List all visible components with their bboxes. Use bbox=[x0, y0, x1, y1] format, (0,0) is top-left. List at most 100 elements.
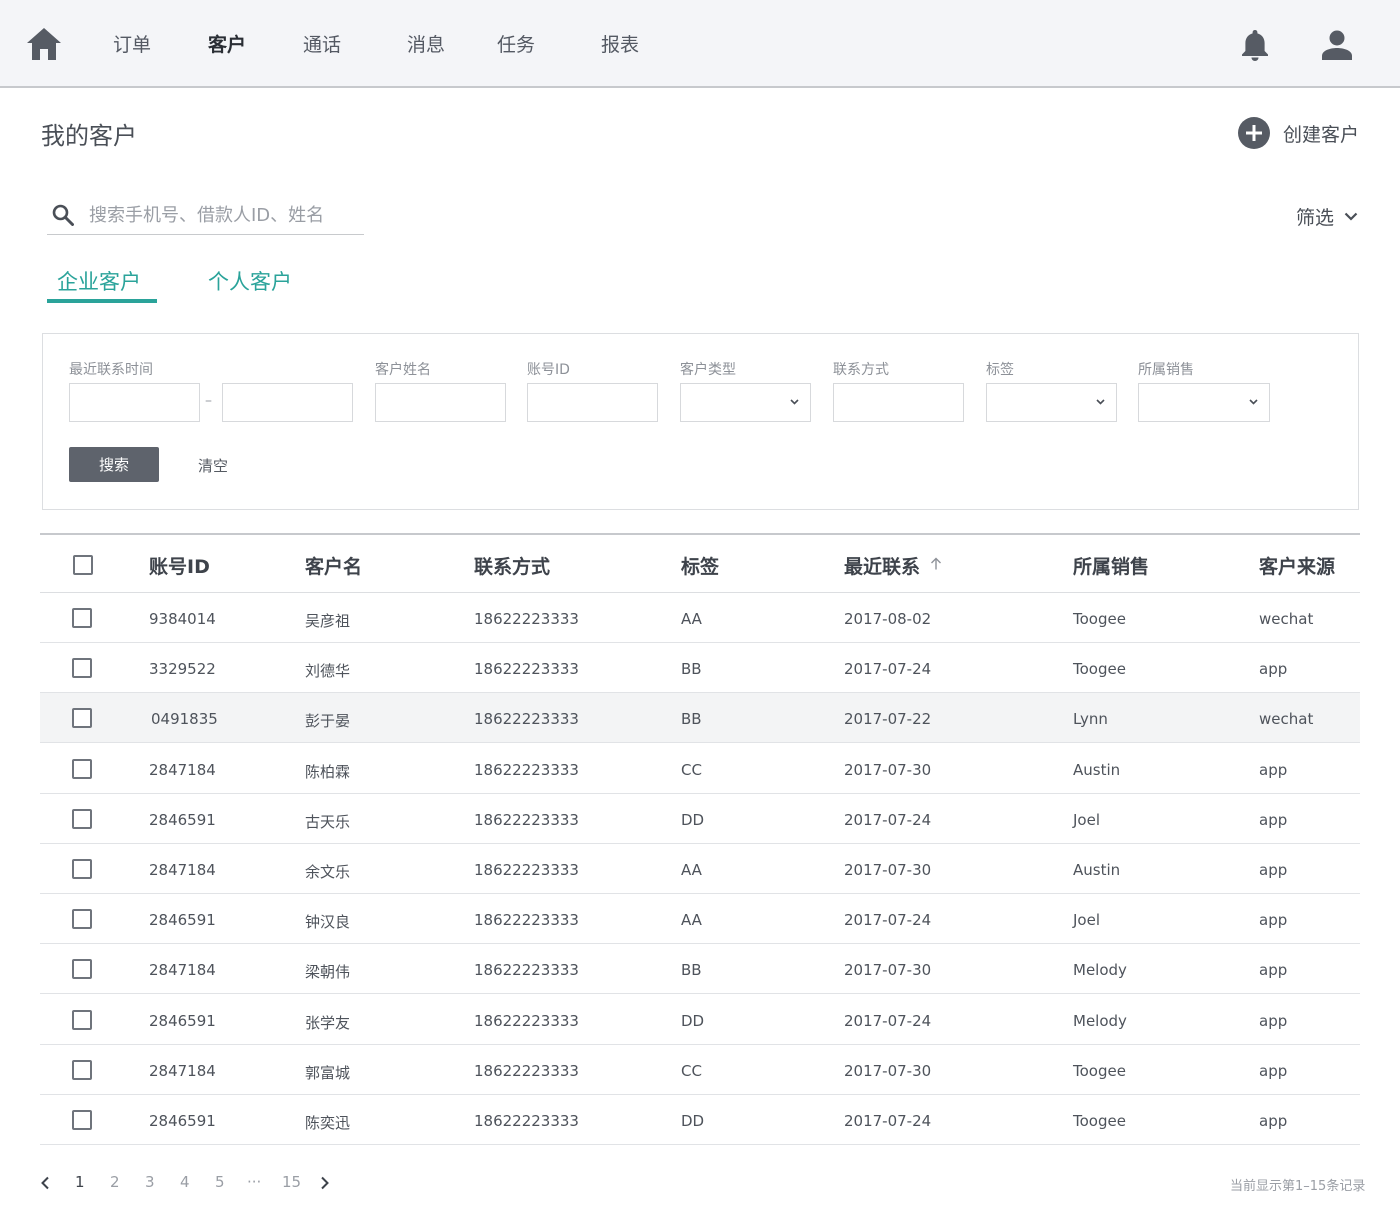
row-checkbox[interactable] bbox=[72, 708, 92, 729]
cell-source: app bbox=[1259, 760, 1288, 779]
nav-item-orders[interactable]: 订单 bbox=[113, 30, 151, 57]
table-row[interactable]: 2847184 梁朝伟 18622223333 BB 2017-07-30 Melody a… bbox=[40, 944, 1360, 995]
table-row[interactable]: 0491835 彭于晏 18622223333 BB 2017-07-22 Lynn wec… bbox=[40, 693, 1360, 744]
search-button[interactable]: 搜索 bbox=[69, 447, 159, 482]
table-row[interactable]: 2846591 钟汉良 18622223333 AA 2017-07-24 Joel app bbox=[40, 894, 1360, 945]
column-header-account-id[interactable]: 账号ID bbox=[149, 552, 210, 579]
clear-button[interactable]: 清空 bbox=[198, 455, 228, 476]
column-header-source[interactable]: 客户来源 bbox=[1259, 552, 1335, 579]
cell-customer-name: 古天乐 bbox=[305, 812, 351, 831]
row-checkbox[interactable] bbox=[72, 909, 92, 930]
nav-item-tasks[interactable]: 任务 bbox=[497, 30, 535, 57]
nav-item-calls[interactable]: 通话 bbox=[303, 30, 341, 57]
cell-recent-contact: 2017-07-24 bbox=[844, 660, 932, 679]
user-icon[interactable] bbox=[1321, 30, 1353, 60]
nav-item-messages[interactable]: 消息 bbox=[407, 30, 445, 57]
tab-individual-customers[interactable]: 个人客户 bbox=[208, 266, 292, 296]
table-row[interactable]: 2846591 古天乐 18622223333 DD 2017-07-24 Joel app bbox=[40, 794, 1360, 844]
row-checkbox[interactable] bbox=[72, 959, 92, 980]
cell-account-id: 0491835 bbox=[151, 710, 218, 729]
cell-contact: 18622223333 bbox=[474, 710, 579, 729]
pagination-page[interactable]: 3 bbox=[145, 1173, 155, 1191]
customer-name-input[interactable] bbox=[375, 383, 506, 422]
sort-ascending-icon[interactable] bbox=[930, 557, 942, 570]
column-header-sales[interactable]: 所属销售 bbox=[1073, 552, 1149, 579]
column-header-recent-contact[interactable]: 最近联系 bbox=[844, 552, 942, 579]
column-header-tag[interactable]: 标签 bbox=[681, 552, 719, 579]
customer-name-label: 客户姓名 bbox=[375, 362, 431, 378]
cell-tag: CC bbox=[681, 1061, 702, 1080]
recent-contact-end-input[interactable] bbox=[222, 383, 353, 422]
table-row[interactable]: 9384014 吴彦祖 18622223333 AA 2017-08-02 Toogee w… bbox=[40, 593, 1360, 643]
contact-input[interactable] bbox=[833, 383, 964, 422]
filter-toggle[interactable]: 筛选 bbox=[1296, 203, 1358, 230]
table-row[interactable]: 3329522 刘德华 18622223333 BB 2017-07-24 Toogee a… bbox=[40, 643, 1360, 694]
cell-tag: BB bbox=[681, 660, 702, 679]
nav-item-customers[interactable]: 客户 bbox=[208, 30, 246, 57]
cell-recent-contact: 2017-07-24 bbox=[844, 911, 932, 930]
cell-account-id: 3329522 bbox=[149, 660, 216, 679]
pagination-page[interactable]: 15 bbox=[282, 1173, 301, 1191]
cell-source: app bbox=[1259, 660, 1288, 679]
table-row[interactable]: 2846591 张学友 18622223333 DD 2017-07-24 Melody a… bbox=[40, 995, 1360, 1045]
row-checkbox[interactable] bbox=[72, 758, 92, 779]
cell-contact: 18622223333 bbox=[474, 660, 579, 679]
cell-source: wechat bbox=[1259, 610, 1314, 628]
cell-contact: 18622223333 bbox=[474, 1011, 579, 1030]
cell-tag: BB bbox=[681, 710, 702, 729]
cell-contact: 18622223333 bbox=[474, 760, 579, 779]
cell-account-id: 2847184 bbox=[149, 1061, 216, 1080]
cell-sales: Toogee bbox=[1073, 660, 1126, 679]
row-checkbox[interactable] bbox=[72, 658, 92, 679]
table-row[interactable]: 2847184 陈柏霖 18622223333 CC 2017-07-30 Austin a… bbox=[40, 744, 1360, 794]
pagination-page[interactable]: 4 bbox=[180, 1173, 190, 1191]
column-header-customer-name[interactable]: 客户名 bbox=[305, 552, 362, 579]
pagination-page[interactable]: 1 bbox=[75, 1173, 85, 1191]
cell-customer-name: 刘德华 bbox=[305, 662, 351, 681]
sales-select[interactable] bbox=[1138, 383, 1270, 422]
tab-enterprise-customers[interactable]: 企业客户 bbox=[57, 266, 141, 296]
row-checkbox[interactable] bbox=[72, 608, 92, 628]
next-page-icon[interactable] bbox=[320, 1176, 330, 1190]
cell-recent-contact: 2017-08-02 bbox=[844, 610, 932, 628]
cell-customer-name: 彭于晏 bbox=[305, 712, 351, 731]
row-checkbox[interactable] bbox=[72, 808, 92, 829]
search-icon bbox=[52, 204, 74, 226]
pagination-page[interactable]: 2 bbox=[110, 1173, 120, 1191]
account-id-input[interactable] bbox=[527, 383, 658, 422]
row-checkbox[interactable] bbox=[72, 1059, 92, 1080]
cell-customer-name: 张学友 bbox=[305, 1013, 351, 1032]
row-checkbox[interactable] bbox=[72, 1009, 92, 1030]
pagination-page[interactable]: 5 bbox=[215, 1173, 225, 1191]
tag-select[interactable] bbox=[986, 383, 1117, 422]
cell-tag: AA bbox=[681, 861, 702, 879]
select-all-checkbox[interactable] bbox=[73, 555, 93, 575]
cell-customer-name: 梁朝伟 bbox=[305, 963, 351, 982]
cell-sales: Melody bbox=[1073, 1011, 1127, 1030]
cell-contact: 18622223333 bbox=[474, 610, 579, 628]
filter-toggle-label: 筛选 bbox=[1296, 207, 1335, 229]
pagination: 1 2 3 4 5 ··· 15 bbox=[40, 1172, 360, 1194]
column-header-contact[interactable]: 联系方式 bbox=[474, 552, 550, 579]
recent-contact-start-input[interactable] bbox=[69, 383, 200, 422]
cell-recent-contact: 2017-07-30 bbox=[844, 861, 932, 879]
table-row[interactable]: 2847184 余文乐 18622223333 AA 2017-07-30 Austin a… bbox=[40, 844, 1360, 894]
prev-page-icon[interactable] bbox=[40, 1176, 50, 1190]
cell-tag: CC bbox=[681, 760, 702, 779]
cell-recent-contact: 2017-07-30 bbox=[844, 760, 932, 779]
table-row[interactable]: 2847184 郭富城 18622223333 CC 2017-07-30 Toogee a… bbox=[40, 1045, 1360, 1095]
home-icon[interactable] bbox=[26, 27, 62, 61]
caret-down-icon bbox=[1096, 399, 1105, 405]
sales-label: 所属销售 bbox=[1138, 362, 1194, 378]
contact-label: 联系方式 bbox=[833, 362, 889, 378]
row-checkbox[interactable] bbox=[72, 1110, 92, 1130]
cell-tag: DD bbox=[681, 1112, 705, 1130]
customer-type-select[interactable] bbox=[680, 383, 811, 422]
table-row[interactable]: 2846591 陈奕迅 18622223333 DD 2017-07-24 Toogee a… bbox=[40, 1095, 1360, 1145]
create-customer-button[interactable]: 创建客户 bbox=[1238, 117, 1359, 149]
row-checkbox[interactable] bbox=[72, 859, 92, 879]
nav-item-reports[interactable]: 报表 bbox=[601, 30, 639, 57]
bell-icon[interactable] bbox=[1240, 28, 1270, 62]
search-input[interactable] bbox=[89, 200, 359, 230]
cell-recent-contact: 2017-07-22 bbox=[844, 710, 932, 729]
